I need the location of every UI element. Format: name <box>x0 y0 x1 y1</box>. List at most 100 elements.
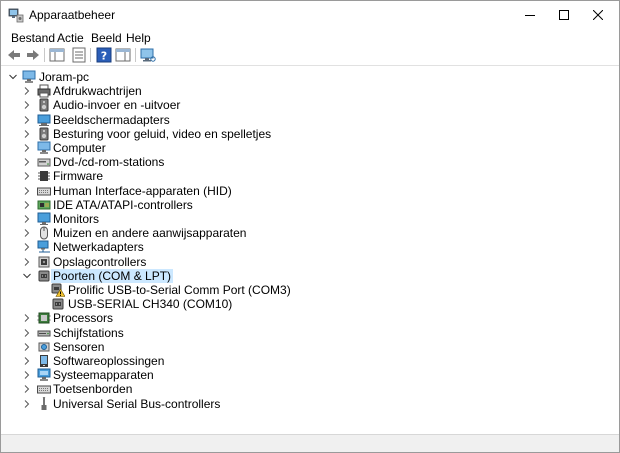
chevron-right-icon[interactable] <box>22 86 32 96</box>
toolbar-separator <box>90 48 91 62</box>
tree-category-label: Firmware <box>53 169 103 183</box>
tree-category-label: Human Interface-apparaten (HID) <box>53 184 232 198</box>
chevron-right-icon[interactable] <box>22 384 32 394</box>
port-warning-icon <box>51 283 65 297</box>
usb-icon <box>41 397 47 410</box>
chevron-right-icon[interactable] <box>22 356 32 366</box>
tree-device[interactable]: Prolific USB-to-Serial Comm Port (COM3) <box>1 283 619 297</box>
tree-device[interactable]: USB-SERIAL CH340 (COM10) <box>1 297 619 311</box>
tree-category-label: Softwareoplossingen <box>53 354 165 368</box>
tree-device-label: Prolific USB-to-Serial Comm Port (COM3) <box>68 283 291 297</box>
mouse-icon <box>40 226 48 240</box>
chevron-right-icon[interactable] <box>22 313 32 323</box>
tree-category[interactable]: Beeldschermadapters <box>1 113 619 127</box>
tree-category[interactable]: Toetsenborden <box>1 382 619 396</box>
tree-category[interactable]: Besturing voor geluid, video en spelletj… <box>1 127 619 141</box>
tree-category[interactable]: Dvd-/cd-rom-stations <box>1 155 619 169</box>
help-icon[interactable]: ? <box>96 47 112 63</box>
chevron-right-icon[interactable] <box>22 257 32 267</box>
forward-arrow-icon[interactable] <box>25 47 41 63</box>
menu-bestand[interactable]: Bestand <box>9 31 57 45</box>
chevron-right-icon[interactable] <box>22 129 32 139</box>
tree-category[interactable]: Muizen en andere aanwijsapparaten <box>1 226 619 240</box>
tree-category[interactable]: Human Interface-apparaten (HID) <box>1 184 619 198</box>
action-pane-icon[interactable] <box>115 47 131 63</box>
keyboard-icon <box>37 187 51 196</box>
tree-category-label: Sensoren <box>53 340 105 354</box>
chevron-right-icon[interactable] <box>22 157 32 167</box>
tree-category-label: Dvd-/cd-rom-stations <box>53 155 165 169</box>
chevron-right-icon[interactable] <box>22 143 32 153</box>
tree-category[interactable]: Audio-invoer en -uitvoer <box>1 98 619 112</box>
chevron-right-icon[interactable] <box>22 186 32 196</box>
tree-category[interactable]: Schijfstations <box>1 326 619 340</box>
tree-category[interactable]: Netwerkadapters <box>1 240 619 254</box>
speaker-icon <box>39 98 49 112</box>
chevron-right-icon[interactable] <box>22 115 32 125</box>
toolbar: ? <box>1 44 619 66</box>
menu-actie[interactable]: Actie <box>55 31 86 45</box>
disk-drive-icon <box>37 330 51 337</box>
tree-category-label: Besturing voor geluid, video en spelletj… <box>53 127 272 141</box>
chevron-right-icon[interactable] <box>22 370 32 380</box>
chevron-right-icon[interactable] <box>22 342 32 352</box>
monitor-icon <box>37 212 51 225</box>
device-manager-app-icon <box>8 8 24 23</box>
tree-category-label: Systeemapparaten <box>53 368 154 382</box>
printer-icon <box>37 84 51 98</box>
tree-category[interactable]: Universal Serial Bus-controllers <box>1 397 619 411</box>
chevron-right-icon[interactable] <box>22 100 32 110</box>
system-device-icon <box>37 368 51 381</box>
tree-category-label: Monitors <box>53 212 100 226</box>
chevron-down-icon[interactable] <box>8 72 18 82</box>
chevron-right-icon[interactable] <box>22 242 32 252</box>
tree-category-label: Beeldschermadapters <box>53 113 170 127</box>
port-icon <box>52 298 64 310</box>
menu-beeld[interactable]: Beeld <box>89 31 124 45</box>
scan-hardware-icon[interactable] <box>140 47 156 63</box>
tree-category-label: Opslagcontrollers <box>53 255 147 269</box>
menu-help[interactable]: Help <box>124 31 153 45</box>
back-arrow-icon[interactable] <box>6 47 22 63</box>
tree-category-label: Computer <box>53 141 106 155</box>
show-hide-console-tree-icon[interactable] <box>49 47 65 63</box>
tree-category[interactable]: Poorten (COM & LPT) <box>1 269 619 283</box>
chevron-right-icon[interactable] <box>22 214 32 224</box>
tree-category[interactable]: Monitors <box>1 212 619 226</box>
sensor-icon <box>38 342 50 352</box>
tree-root[interactable]: Joram-pc <box>1 70 619 84</box>
tree-category[interactable]: Firmware <box>1 169 619 183</box>
chevron-right-icon[interactable] <box>22 171 32 181</box>
properties-sheet-icon[interactable] <box>71 47 87 63</box>
svg-text:?: ? <box>101 50 107 63</box>
close-icon <box>593 10 603 20</box>
processor-icon <box>37 312 51 324</box>
tree-category[interactable]: Processors <box>1 311 619 325</box>
chevron-right-icon[interactable] <box>22 399 32 409</box>
chevron-right-icon[interactable] <box>22 228 32 238</box>
tree-category[interactable]: Opslagcontrollers <box>1 255 619 269</box>
chevron-right-icon[interactable] <box>22 200 32 210</box>
tree-category[interactable]: Afdrukwachtrijen <box>1 84 619 98</box>
close-button[interactable] <box>575 1 620 29</box>
tree-category-label: Schijfstations <box>53 326 124 340</box>
maximize-icon <box>559 10 569 20</box>
tree-category[interactable]: IDE ATA/ATAPI-controllers <box>1 198 619 212</box>
computer-icon <box>22 70 36 83</box>
tree-category[interactable]: Computer <box>1 141 619 155</box>
network-icon <box>37 240 50 253</box>
chevron-right-icon[interactable] <box>22 328 32 338</box>
tree-category[interactable]: Softwareoplossingen <box>1 354 619 368</box>
device-manager-window: Apparaatbeheer Bestand Actie Beeld Help <box>0 0 620 453</box>
device-tree: Joram-pc Afdrukwachtrijen Audio-invoer en… <box>1 67 619 433</box>
title-bar[interactable]: Apparaatbeheer <box>1 1 619 29</box>
tree-category-label: Afdrukwachtrijen <box>53 84 142 98</box>
tree-category-label: Poorten (COM & LPT) <box>51 269 174 283</box>
tree-category[interactable]: Sensoren <box>1 340 619 354</box>
tree-category[interactable]: Systeemapparaten <box>1 368 619 382</box>
tree-root-label: Joram-pc <box>39 70 90 84</box>
tree-category-label: Processors <box>53 311 114 325</box>
keyboard-icon <box>37 385 51 394</box>
chevron-down-icon[interactable] <box>22 271 32 281</box>
tree-category-label: Universal Serial Bus-controllers <box>53 397 221 411</box>
